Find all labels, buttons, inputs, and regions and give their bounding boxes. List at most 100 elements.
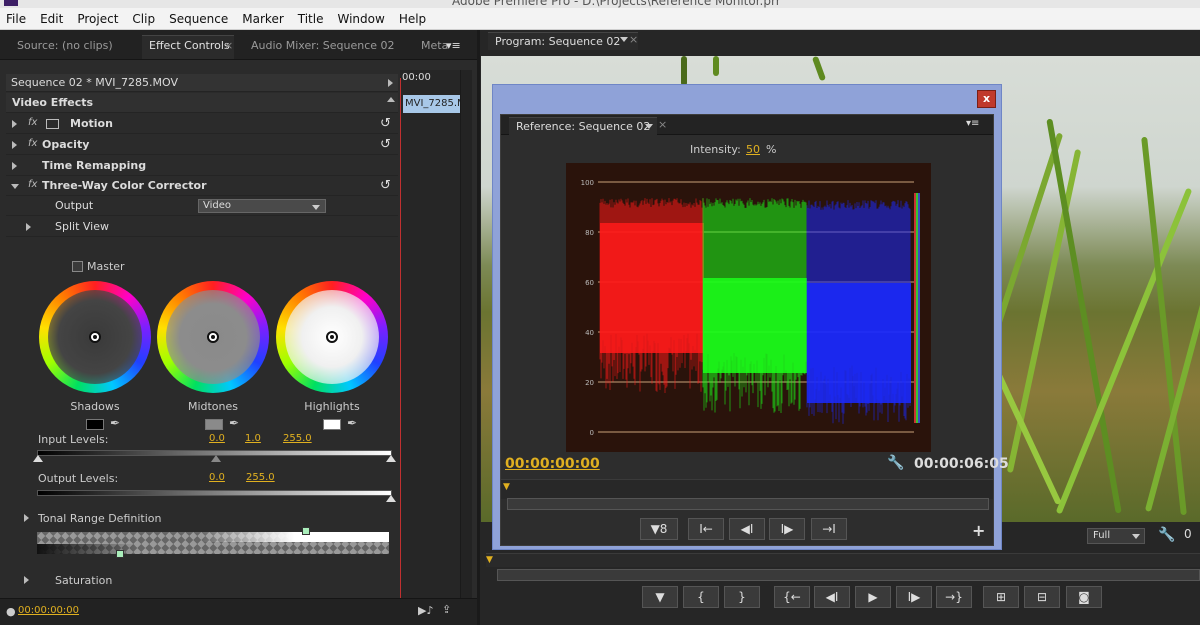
output-black-value[interactable]: 0.0 — [209, 472, 225, 483]
effect-row-time-remapping[interactable]: Time Remapping — [6, 156, 398, 176]
go-to-out-button[interactable]: →} — [936, 586, 972, 608]
go-to-in-button[interactable]: {← — [774, 586, 810, 608]
reference-zoom-bar[interactable] — [507, 498, 989, 510]
mark-out-button[interactable]: } — [724, 586, 760, 608]
eyedropper-icon[interactable]: ✒ — [110, 416, 120, 430]
playhead-marker-icon[interactable]: ▼ — [486, 555, 493, 565]
lift-button[interactable]: ⊞ — [983, 586, 1019, 608]
close-icon[interactable]: × — [629, 33, 638, 46]
master-checkbox[interactable] — [72, 261, 83, 272]
shadows-swatch[interactable] — [86, 419, 104, 430]
input-black-value[interactable]: 0.0 — [209, 433, 225, 444]
effect-row-motion[interactable]: fx Motion ↺ — [6, 114, 398, 134]
program-tab[interactable]: Program: Sequence 02 — [488, 32, 638, 50]
midtones-color-wheel[interactable] — [157, 281, 269, 393]
menu-window[interactable]: Window — [337, 12, 384, 26]
effect-row-opacity[interactable]: fx Opacity ↺ — [6, 135, 398, 155]
split-view-row[interactable]: Split View — [6, 217, 398, 237]
reference-current-timecode[interactable]: 00:00:00:00 — [505, 456, 600, 472]
tab-audio-mixer[interactable]: Audio Mixer: Sequence 02 — [251, 39, 395, 52]
fx-icon[interactable]: fx — [28, 138, 37, 149]
fx-icon[interactable]: fx — [28, 179, 37, 190]
audio-only-icon[interactable]: ▶♪ — [418, 604, 433, 617]
chevron-down-icon[interactable] — [620, 37, 628, 42]
reset-icon[interactable]: ↺ — [380, 137, 391, 152]
highlights-color-wheel[interactable] — [276, 281, 388, 393]
step-forward-button[interactable]: I▶ — [769, 518, 805, 540]
menu-help[interactable]: Help — [399, 12, 426, 26]
eyedropper-icon[interactable]: ✒ — [347, 416, 357, 430]
step-forward-button[interactable]: I▶ — [896, 586, 932, 608]
tab-metadata[interactable]: Meta — [421, 39, 448, 52]
step-back-button[interactable]: ◀I — [729, 518, 765, 540]
intensity-value[interactable]: 50 — [746, 143, 760, 156]
wrench-icon[interactable]: 🔧 — [1158, 527, 1175, 543]
export-frame-icon[interactable]: ⇪ — [442, 603, 451, 616]
tab-effect-controls[interactable]: Effect Controls — [149, 39, 230, 52]
program-zoom-bar[interactable] — [497, 569, 1200, 581]
playhead-line[interactable] — [400, 78, 401, 615]
menu-project[interactable]: Project — [77, 12, 118, 26]
panel-menu-icon[interactable]: ▾≡ — [966, 118, 979, 129]
wrench-icon[interactable]: 🔧 — [887, 455, 904, 471]
menu-clip[interactable]: Clip — [132, 12, 155, 26]
menu-sequence[interactable]: Sequence — [169, 12, 228, 26]
zoom-dropdown[interactable]: Full — [1087, 528, 1145, 544]
reset-icon[interactable]: ↺ — [380, 178, 391, 193]
output-white-handle[interactable] — [386, 495, 396, 502]
expand-icon[interactable] — [12, 141, 17, 149]
extract-button[interactable]: ⊟ — [1024, 586, 1060, 608]
timeline-clip[interactable]: MVI_7285.M — [403, 95, 460, 113]
add-marker-button[interactable]: ▼ — [642, 586, 678, 608]
input-white-handle[interactable] — [386, 455, 396, 462]
mark-in-button[interactable]: { — [683, 586, 719, 608]
panel-menu-icon[interactable]: ▾≡ — [446, 39, 461, 52]
current-timecode[interactable]: 00:00:00:00 — [18, 605, 79, 616]
expand-icon[interactable] — [12, 162, 17, 170]
input-gamma-value[interactable]: 1.0 — [245, 433, 261, 444]
output-dropdown[interactable]: Video — [198, 199, 326, 213]
expand-icon[interactable] — [12, 120, 17, 128]
vertical-scrollbar[interactable] — [460, 70, 472, 615]
shadows-color-wheel[interactable] — [39, 281, 151, 393]
output-white-value[interactable]: 255.0 — [246, 472, 275, 483]
reset-icon[interactable]: ↺ — [380, 116, 391, 131]
program-time-ruler[interactable]: ▼ — [486, 553, 1200, 567]
menu-file[interactable]: File — [6, 12, 26, 26]
expand-icon[interactable] — [26, 223, 31, 231]
menu-title[interactable]: Title — [298, 12, 324, 26]
menu-marker[interactable]: Marker — [242, 12, 283, 26]
expand-icon[interactable] — [24, 514, 29, 522]
menu-edit[interactable]: Edit — [40, 12, 63, 26]
input-gamma-handle[interactable] — [211, 455, 221, 462]
input-white-value[interactable]: 255.0 — [283, 433, 312, 444]
close-button[interactable]: x — [977, 90, 996, 108]
input-black-handle[interactable] — [33, 455, 43, 462]
export-frame-button[interactable]: ◙ — [1066, 586, 1102, 608]
reference-tab[interactable]: Reference: Sequence 02 — [509, 117, 657, 135]
motion-transform-icon[interactable] — [46, 119, 59, 129]
playhead-marker-icon[interactable]: ▼ — [503, 482, 510, 492]
highlights-swatch[interactable] — [323, 419, 341, 430]
go-to-out-button[interactable]: →I — [811, 518, 847, 540]
expand-timeline-icon[interactable] — [388, 79, 393, 87]
step-back-button[interactable]: ◀I — [814, 586, 850, 608]
reference-time-ruler[interactable]: ▼ — [501, 479, 993, 499]
go-to-in-button[interactable]: I← — [688, 518, 724, 540]
shadow-threshold-handle[interactable] — [116, 550, 124, 558]
highlight-threshold-handle[interactable] — [302, 527, 310, 535]
fx-icon[interactable]: fx — [28, 117, 37, 128]
tab-close-icon[interactable]: × — [224, 39, 233, 52]
chevron-down-icon[interactable] — [645, 124, 653, 129]
expand-icon[interactable] — [24, 576, 29, 584]
effect-row-three-way[interactable]: fx Three-Way Color Corrector ↺ — [6, 176, 398, 196]
gang-to-program-button[interactable]: ▼8 — [640, 518, 678, 540]
collapse-icon[interactable] — [11, 184, 19, 189]
close-icon[interactable]: × — [658, 118, 667, 131]
eyedropper-icon[interactable]: ✒ — [229, 416, 239, 430]
tab-source[interactable]: Source: (no clips) — [17, 39, 113, 52]
midtones-swatch[interactable] — [205, 419, 223, 430]
add-button[interactable]: + — [972, 521, 985, 540]
play-button[interactable]: ▶ — [855, 586, 891, 608]
collapse-icon[interactable] — [387, 97, 395, 102]
